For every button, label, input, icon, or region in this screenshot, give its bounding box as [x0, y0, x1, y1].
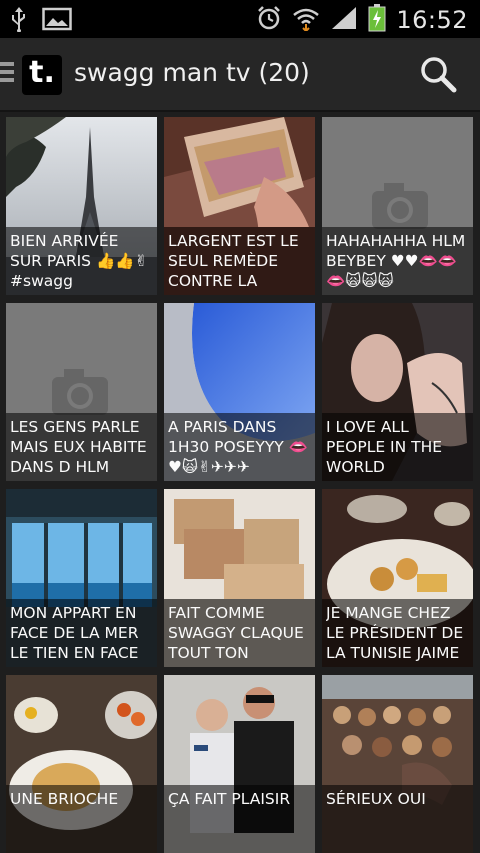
usb-icon: [10, 6, 28, 36]
post-caption: FAIT COMME SWAGGY CLAQUE TOUT TON: [164, 599, 315, 667]
post-caption: UNE BRIOCHE: [6, 785, 157, 853]
post-tile[interactable]: BIEN ARRIVÉE SUR PARIS 👍👍✌ #swagg: [6, 117, 157, 295]
post-caption: JE MANGE CHEZ LE PRÉSIDENT DE LA TUNISIE…: [322, 599, 473, 667]
menu-icon[interactable]: [0, 62, 14, 86]
post-tile[interactable]: LES GENS PARLE MAIS EUX HABITE DANS D HL…: [6, 303, 157, 481]
post-tile[interactable]: MON APPART EN FACE DE LA MER LE TIEN EN …: [6, 489, 157, 667]
clock-time: 16:52: [396, 6, 468, 34]
post-tile[interactable]: HAHAHAHHA HLM BEYBEY ♥♥👄👄👄🙀🙀🙀: [322, 117, 473, 295]
post-tile[interactable]: LARGENT EST LE SEUL REMÈDE CONTRE LA: [164, 117, 315, 295]
signal-icon: [330, 5, 358, 35]
post-tile[interactable]: SÉRIEUX OUI: [322, 675, 473, 853]
post-tile[interactable]: UNE BRIOCHE: [6, 675, 157, 853]
app-logo[interactable]: t.: [22, 55, 62, 95]
post-tile[interactable]: JE MANGE CHEZ LE PRÉSIDENT DE LA TUNISIE…: [322, 489, 473, 667]
post-caption: BIEN ARRIVÉE SUR PARIS 👍👍✌ #swagg: [6, 227, 157, 295]
alarm-icon: [256, 5, 282, 35]
post-tile[interactable]: ÇA FAIT PLAISIR: [164, 675, 315, 853]
post-tile[interactable]: I LOVE ALL PEOPLE IN THE WORLD: [322, 303, 473, 481]
post-caption: HAHAHAHHA HLM BEYBEY ♥♥👄👄👄🙀🙀🙀: [322, 227, 473, 295]
search-icon: [421, 57, 457, 93]
post-caption: MON APPART EN FACE DE LA MER LE TIEN EN …: [6, 599, 157, 667]
post-caption: LES GENS PARLE MAIS EUX HABITE DANS D HL…: [6, 413, 157, 481]
post-caption: LARGENT EST LE SEUL REMÈDE CONTRE LA: [164, 227, 315, 295]
action-bar: t. swagg man tv (20): [0, 38, 480, 112]
post-caption: A PARIS DANS 1H30 POSEYYY 👄♥🙀✌✈✈✈: [164, 413, 315, 481]
post-caption: ÇA FAIT PLAISIR: [164, 785, 315, 853]
battery-charging-icon: [368, 4, 386, 36]
post-caption: SÉRIEUX OUI: [322, 785, 473, 853]
image-icon: [42, 7, 72, 35]
wifi-icon: [292, 5, 320, 35]
search-button[interactable]: [418, 54, 458, 94]
status-bar: 16:52: [0, 0, 480, 38]
page-title: swagg man tv (20): [74, 58, 310, 87]
post-caption: I LOVE ALL PEOPLE IN THE WORLD: [322, 413, 473, 481]
post-tile[interactable]: A PARIS DANS 1H30 POSEYYY 👄♥🙀✌✈✈✈: [164, 303, 315, 481]
post-tile[interactable]: FAIT COMME SWAGGY CLAQUE TOUT TON: [164, 489, 315, 667]
